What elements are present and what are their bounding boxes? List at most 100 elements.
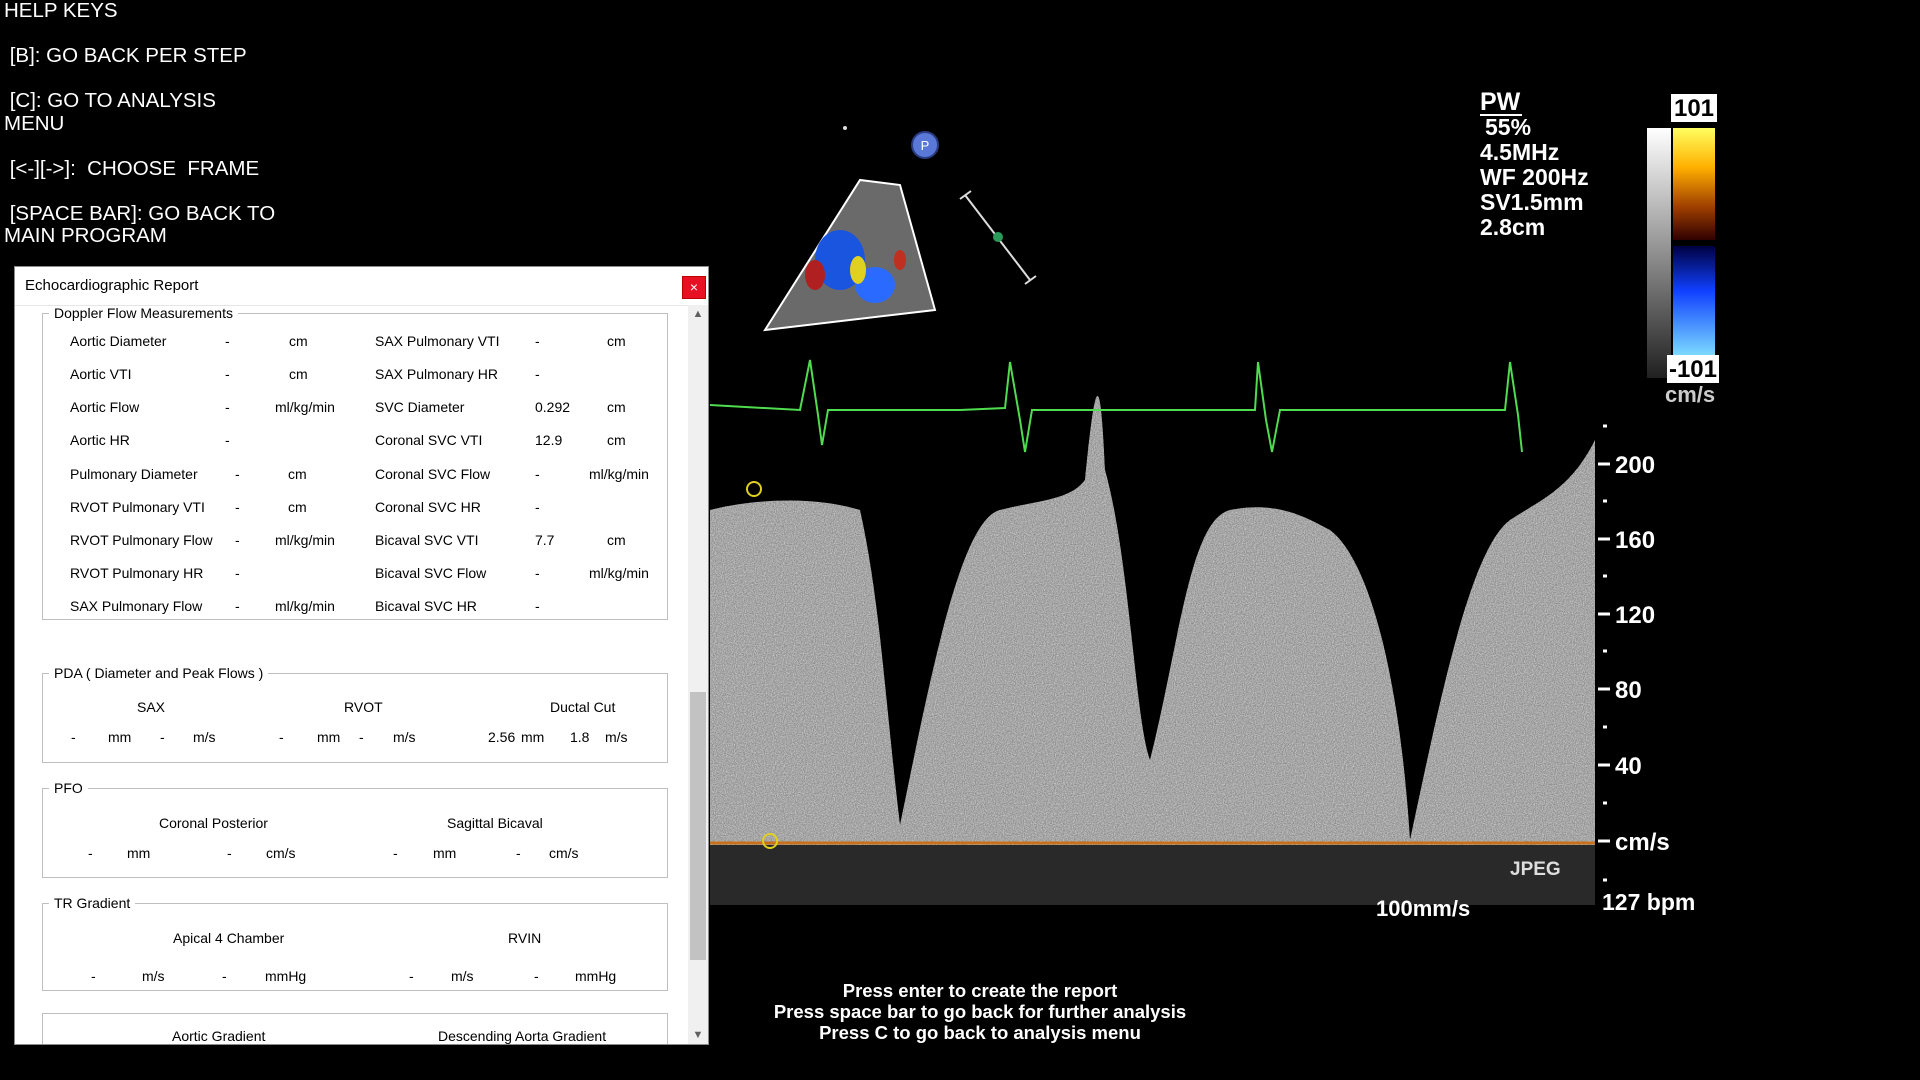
tr-cell: - (409, 968, 414, 984)
pda-cell: m/s (605, 729, 628, 745)
pda-ductal-header: Ductal Cut (550, 699, 616, 715)
doppler-label: SAX Pulmonary HR (375, 366, 498, 382)
tr-gradient-legend: TR Gradient (54, 895, 131, 911)
pfo-cell: - (227, 845, 232, 861)
pda-cell: - (71, 729, 76, 745)
format-label: JPEG (1510, 859, 1561, 880)
doppler-value: 12.9 (535, 432, 563, 448)
pda-cell: - (160, 729, 165, 745)
scale-unit-label: cm/s (1665, 382, 1715, 407)
velocity-axis: 200 160 120 80 40 cm/s (1615, 452, 1670, 856)
report-content: Doppler Flow Measurements PDA ( Diameter… (15, 305, 689, 1044)
param-frequency: 4.5MHz (1480, 139, 1559, 165)
measurement-marker[interactable] (746, 481, 762, 497)
pfo-cell: - (88, 845, 93, 861)
doppler-value: - (235, 532, 240, 548)
doppler-unit: cm (607, 399, 626, 415)
doppler-value: - (535, 565, 540, 581)
doppler-label: SAX Pulmonary Flow (70, 598, 203, 614)
param-wall-filter: WF 200Hz (1480, 164, 1589, 190)
doppler-label: Coronal SVC VTI (375, 432, 483, 448)
tr-cell: mmHg (575, 968, 617, 984)
doppler-label: RVOT Pulmonary Flow (70, 532, 213, 548)
help-keys-panel: HELP KEYS [B]: GO BACK PER STEP [C]: GO … (4, 0, 294, 248)
pfo-coronal-header: Coronal Posterior (159, 815, 268, 831)
doppler-label: Bicaval SVC Flow (375, 565, 487, 581)
doppler-label: Bicaval SVC VTI (375, 532, 479, 548)
tr-cell: - (534, 968, 539, 984)
doppler-ultrasound-image: P PW 55% 4.5MHz WF 200Hz SV1.5mm 2.8cm 1… (710, 88, 1719, 921)
pfo-cell: cm/s (266, 845, 296, 861)
doppler-value: 0.292 (535, 399, 571, 415)
pda-cell: 2.56 (488, 729, 516, 745)
doppler-value: 7.7 (535, 532, 555, 548)
doppler-label: Aortic Flow (70, 399, 140, 415)
scroll-down-icon[interactable]: ▼ (688, 1026, 708, 1044)
scrollbar-thumb[interactable] (690, 692, 706, 960)
pda-cell: m/s (393, 729, 416, 745)
pda-cell: mm (108, 729, 132, 745)
report-titlebar[interactable]: Echocardiographic Report × (15, 267, 708, 306)
doppler-unit: cm (288, 499, 307, 515)
doppler-value: - (225, 333, 230, 349)
close-icon: × (689, 279, 699, 295)
doppler-value: - (235, 565, 240, 581)
pfo-legend: PFO (54, 780, 83, 796)
report-title: Echocardiographic Report (25, 277, 199, 294)
doppler-label: Aortic Diameter (70, 333, 167, 349)
doppler-unit: ml/kg/min (275, 399, 335, 415)
scroll-up-icon[interactable]: ▲ (688, 305, 708, 323)
pda-cell: mm (521, 729, 545, 745)
scale-min-label: -101 (1669, 356, 1717, 383)
axis-tick-label: 160 (1615, 527, 1655, 554)
doppler-value: - (235, 466, 240, 482)
axis-tick-label: 40 (1615, 753, 1642, 780)
aortic-gradient-header: Aortic Gradient (172, 1028, 266, 1044)
tr-rvin-header: RVIN (508, 930, 542, 946)
doppler-unit: cm (289, 333, 308, 349)
pda-cell: 1.8 (570, 729, 590, 745)
sweep-speed-label: 100mm/s (1376, 896, 1470, 921)
close-button[interactable]: × (682, 276, 706, 299)
doppler-label: Aortic HR (70, 432, 130, 448)
help-key-back: [B]: GO BACK PER STEP (4, 44, 247, 67)
echocardiographic-report-window: Echocardiographic Report × Doppler Flow … (14, 266, 709, 1045)
pfo-sagittal-header: Sagittal Bicaval (447, 815, 543, 831)
doppler-value: - (235, 499, 240, 515)
scale-max-label: 101 (1674, 95, 1714, 122)
doppler-value: - (535, 366, 540, 382)
doppler-label: Coronal SVC Flow (375, 466, 491, 482)
instruction-create-report: Press enter to create the report (842, 980, 1118, 1001)
pda-sax-header: SAX (137, 699, 166, 715)
doppler-value: - (535, 499, 540, 515)
doppler-mode-label: PW (1480, 88, 1521, 116)
param-gain: 55% (1485, 114, 1531, 140)
pda-legend: PDA ( Diameter and Peak Flows ) (54, 665, 264, 681)
pda-cell: m/s (193, 729, 216, 745)
heart-rate-label: 127 bpm (1602, 889, 1695, 915)
pfo-cell: - (516, 845, 521, 861)
doppler-value: - (225, 432, 230, 448)
param-sample-volume: SV1.5mm (1480, 189, 1584, 215)
tr-cell: - (222, 968, 227, 984)
ecg-trace (710, 359, 1523, 453)
axis-tick-label: 80 (1615, 677, 1642, 704)
axis-unit-label: cm/s (1615, 829, 1670, 856)
doppler-label: SAX Pulmonary VTI (375, 333, 500, 349)
param-depth: 2.8cm (1480, 214, 1545, 240)
doppler-unit: cm (289, 366, 308, 382)
doppler-unit: cm (607, 532, 626, 548)
doppler-label: Bicaval SVC HR (375, 598, 477, 614)
report-scrollbar[interactable]: ▲ ▼ (688, 305, 708, 1044)
descending-aorta-gradient-header: Descending Aorta Gradient (438, 1028, 607, 1044)
pfo-cell: mm (127, 845, 151, 861)
help-key-frame: [<-][->]: CHOOSE FRAME (4, 156, 260, 180)
tr-cell: mmHg (265, 968, 307, 984)
doppler-unit: cm (607, 333, 626, 349)
tr-cell: m/s (142, 968, 165, 984)
doppler-unit: ml/kg/min (589, 565, 649, 581)
echo-sector-thumbnail (763, 178, 937, 332)
doppler-unit: ml/kg/min (275, 532, 335, 548)
doppler-value: - (225, 366, 230, 382)
pda-cell: - (359, 729, 364, 745)
